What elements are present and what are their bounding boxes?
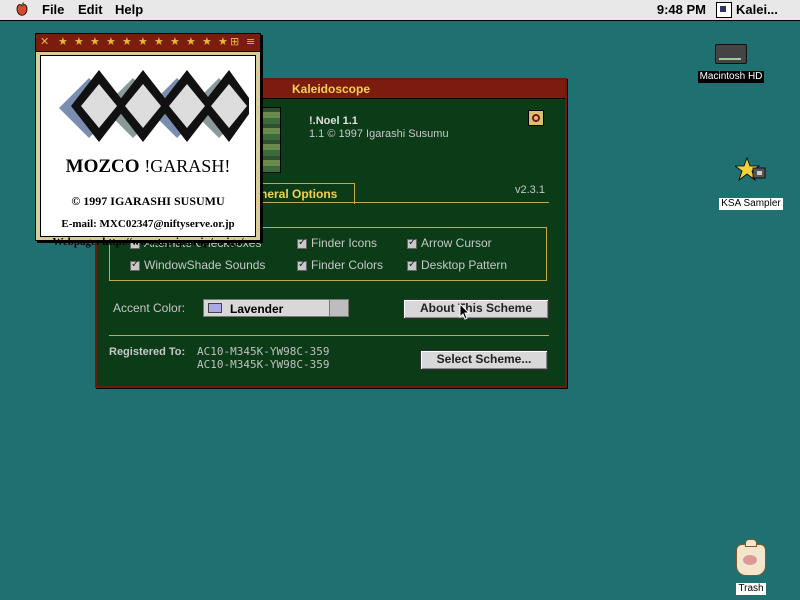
version-label: v2.3.1: [515, 184, 545, 196]
hard-drive-icon: [715, 44, 747, 64]
menu-bar: File Edit Help 9:48 PM Kalei...: [0, 0, 800, 21]
about-this-scheme-button[interactable]: About This Scheme: [403, 299, 549, 319]
star-icon: ★: [74, 35, 84, 48]
desktop-icon-label: Trash: [736, 583, 766, 595]
scheme-copyright: 1.1 © 1997 Igarashi Susumu: [309, 128, 449, 140]
desktop-icon-macintosh-hd[interactable]: Macintosh HD: [694, 44, 768, 84]
star-icon: ★: [138, 35, 148, 48]
mozco-about-window: ✕ ★ ★ ★ ★ ★ ★ ★ ★ ★ ★ ★ ⊞ ≡ MOZCO !GARAS…: [35, 33, 261, 248]
checkbox-label: Desktop Pattern: [421, 258, 508, 272]
star-icon: ★: [170, 35, 180, 48]
logo-right-text: !GARASH!: [144, 156, 231, 176]
scheme-preview-image: [261, 107, 281, 173]
trash-icon: [736, 539, 766, 576]
desktop-icon-label: Macintosh HD: [697, 71, 765, 83]
collapse-box-icon[interactable]: ≡: [246, 35, 255, 48]
registration-code: AC10-M345K-YW98C-359: [197, 345, 330, 358]
apple-menu-icon[interactable]: [14, 2, 30, 18]
arrow-cursor-icon: [459, 303, 471, 320]
mozco-webpage: Webpage: http://www.tcp-ip.or.jp/~s-iga/: [52, 236, 244, 248]
zoom-box-icon[interactable]: ⊞: [230, 35, 239, 48]
star-icon: ★: [106, 35, 116, 48]
checkbox-finder-icons[interactable]: [297, 237, 307, 249]
section-divider: [109, 335, 549, 336]
desktop-icon-ksa-sampler[interactable]: KSA Sampler: [715, 156, 787, 211]
menu-help[interactable]: Help: [115, 2, 143, 17]
star-icon: ★: [218, 35, 228, 48]
scheme-name: !.Noel 1.1: [309, 115, 358, 127]
checkbox-windowshade-sounds[interactable]: [130, 259, 140, 271]
checkbox-desktop-pattern[interactable]: [407, 259, 417, 271]
star-icon: ★: [122, 35, 132, 48]
accent-color-value: Lavender: [230, 302, 284, 316]
application-icon: [716, 2, 732, 18]
checkbox-label: Arrow Cursor: [421, 236, 492, 250]
logo-left-text: MOZCO: [65, 156, 140, 177]
star-icon: ★: [186, 35, 196, 48]
checkbox-label: Finder Colors: [311, 258, 384, 272]
checkbox-finder-colors[interactable]: [297, 259, 307, 271]
menu-edit[interactable]: Edit: [78, 2, 103, 17]
mozco-email: E-mail: MXC02347@niftyserve.or.jp: [61, 218, 235, 230]
scheme-info-button[interactable]: [528, 110, 544, 126]
star-icon: ★: [154, 35, 164, 48]
star-icon: ★: [58, 35, 68, 48]
checkbox-arrow-cursor[interactable]: [407, 237, 417, 249]
close-box-icon[interactable]: ✕: [40, 35, 49, 48]
application-menu-label: Kalei...: [736, 2, 778, 17]
star-icon: ★: [202, 35, 212, 48]
checkbox-label: Finder Icons: [311, 236, 378, 250]
mozco-copyright: © 1997 IGARASHI SUSUMU: [71, 194, 225, 208]
registered-to-label: Registered To:: [109, 346, 186, 358]
sampler-icon: [733, 156, 766, 182]
accent-color-popup[interactable]: Lavender: [203, 299, 349, 317]
mozco-logo-image: [59, 70, 249, 142]
desktop-icon-label: KSA Sampler: [719, 198, 783, 210]
select-scheme-button[interactable]: Select Scheme...: [420, 350, 548, 370]
menu-file[interactable]: File: [42, 2, 64, 17]
color-swatch: [208, 303, 222, 313]
popup-arrow-icon: [329, 300, 348, 316]
about-title-bar[interactable]: ✕ ★ ★ ★ ★ ★ ★ ★ ★ ★ ★ ★ ⊞ ≡: [36, 34, 260, 52]
registration-code: AC10-M345K-YW98C-359: [197, 358, 330, 371]
about-content: MOZCO !GARASH! © 1997 IGARASHI SUSUMU E-…: [40, 55, 256, 248]
star-icon: ★: [90, 35, 100, 48]
tab-label: neral Options: [260, 187, 338, 201]
application-menu[interactable]: Kalei...: [716, 1, 794, 19]
desktop-icon-trash[interactable]: Trash: [728, 539, 774, 596]
menu-clock[interactable]: 9:48 PM: [657, 2, 706, 17]
checkbox-label: WindowShade Sounds: [144, 258, 266, 272]
accent-color-label: Accent Color:: [113, 301, 186, 315]
mozco-logo-text: MOZCO !GARASH!: [41, 156, 255, 178]
